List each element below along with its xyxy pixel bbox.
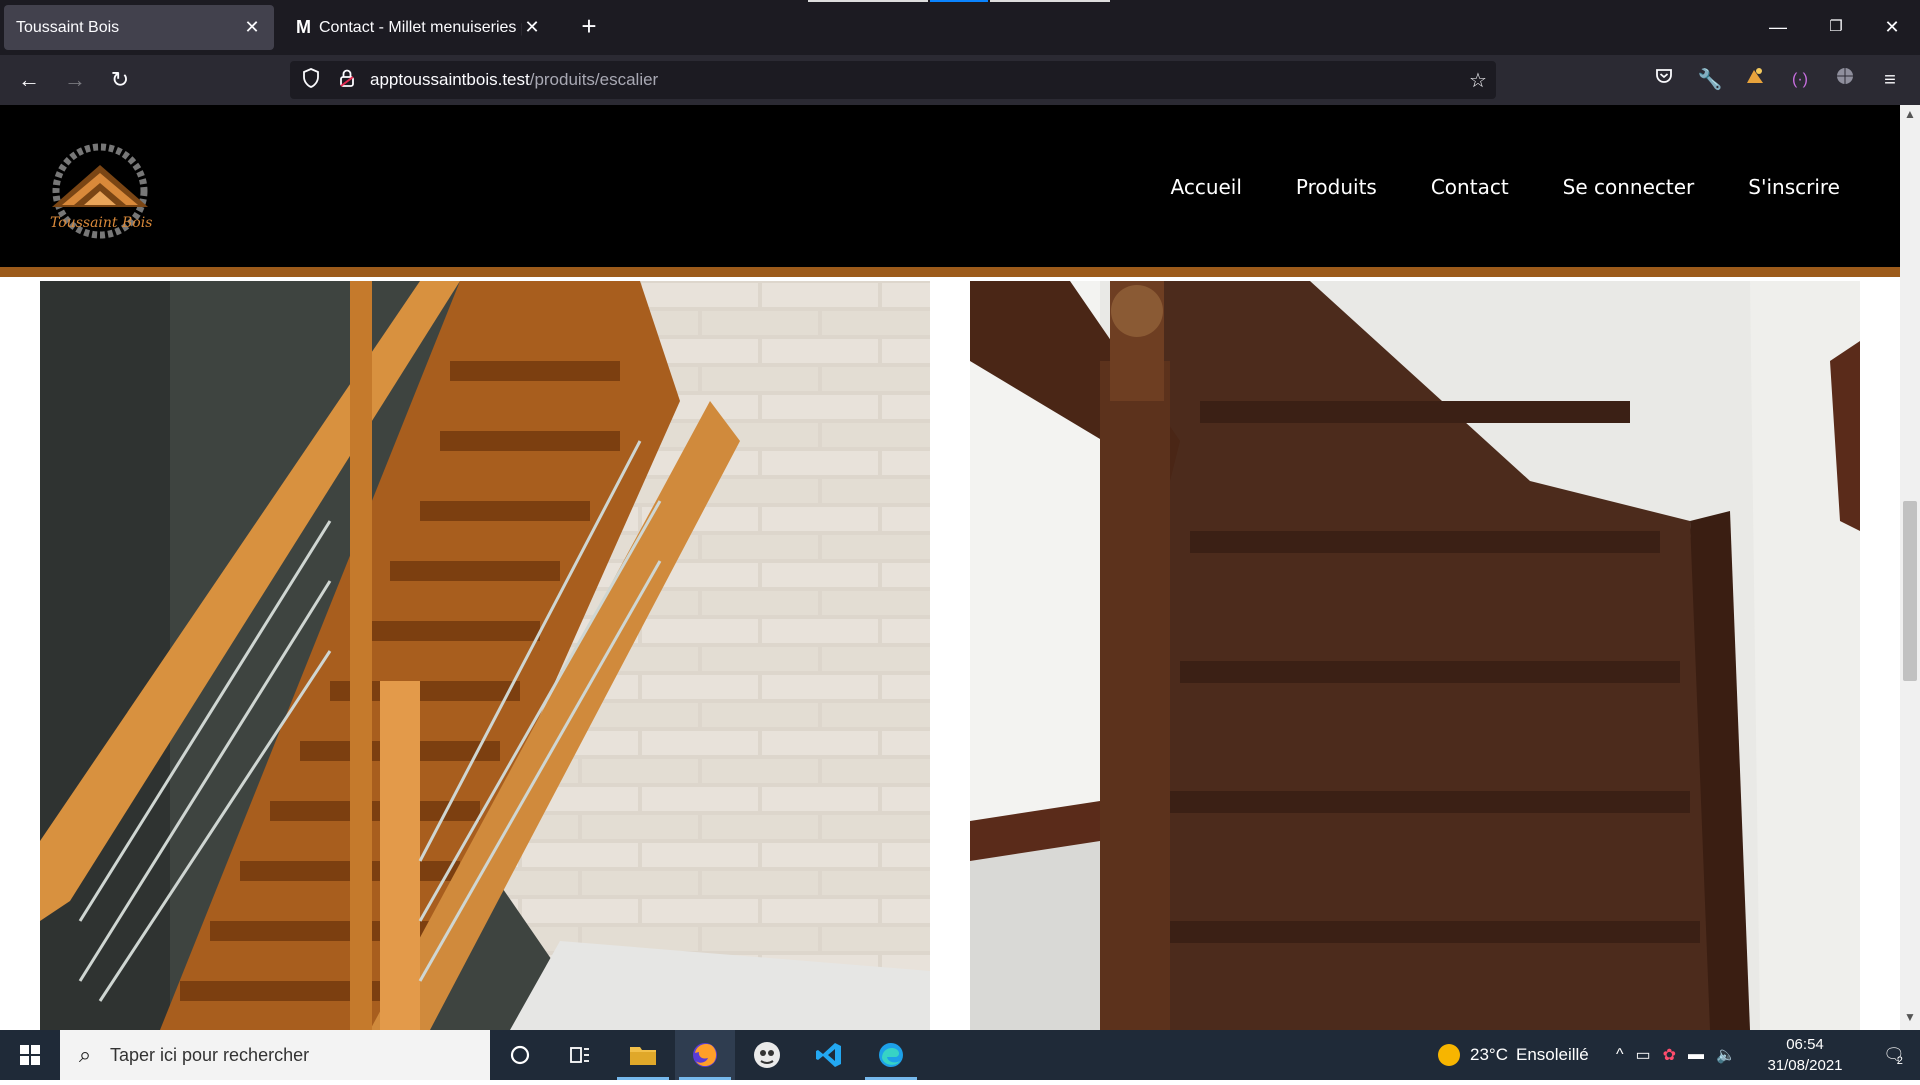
taskbar-search[interactable]: ⌕ Taper ici pour rechercher [60,1030,490,1080]
cortana-icon[interactable] [490,1030,550,1080]
wrench-icon[interactable]: 🔧 [1695,65,1725,95]
address-bar[interactable]: apptoussaintbois.test/produits/escalier … [290,61,1496,99]
scrollbar-thumb[interactable] [1903,501,1917,681]
restore-window-button[interactable]: ❐ [1816,10,1856,44]
url-host: apptoussaintbois.test [370,70,530,89]
nav-contact[interactable]: Contact [1431,175,1509,199]
tab-contact-millet[interactable]: M Contact - Millet menuiseries pour ✕ [284,5,554,50]
site-logo[interactable]: Toussaint Bois [40,143,160,239]
scroll-down-arrow-icon[interactable]: ▼ [1900,1010,1920,1028]
weather-temp: 23°C [1470,1045,1508,1064]
staircase-photo-oak [40,281,930,1030]
browser-nav-bar: ← → ↻ apptoussaintbois.test/produits/esc… [0,55,1920,105]
logo-text: Toussaint Bois [50,215,152,231]
windows-taskbar: ⌕ Taper ici pour rechercher 23°C Ensolei… [0,1030,1920,1080]
sharing-indicator-active [930,0,988,2]
reload-icon[interactable]: ↻ [103,63,137,97]
task-view-icon[interactable] [550,1030,610,1080]
new-tab-button[interactable]: + [574,12,604,42]
notification-count: 2 [1896,1055,1903,1067]
git-app-icon[interactable] [737,1030,797,1080]
firefox-icon[interactable] [675,1030,735,1080]
browser-tab-bar: Toussaint Bois ✕ M Contact - Millet menu… [0,0,1920,55]
broadcast-icon[interactable]: (·) [1785,65,1815,95]
edge-icon[interactable] [861,1030,921,1080]
search-placeholder: Taper ici pour rechercher [110,1044,310,1065]
search-icon: ⌕ [78,1042,92,1067]
nav-produits[interactable]: Produits [1296,175,1377,199]
clock-date: 31/08/2021 [1767,1057,1843,1074]
scroll-up-arrow-icon[interactable]: ▲ [1900,107,1920,125]
close-tab-icon[interactable]: ✕ [242,17,262,38]
notification-center-icon[interactable]: 🗨 2 [1866,1030,1920,1080]
nav-sinscrire[interactable]: S'inscrire [1748,175,1840,199]
system-tray: ^ ▭ ✿ ▬ 🔈 [1616,1030,1736,1080]
page-scrollbar[interactable]: ▲ ▼ [1900,105,1920,1030]
windows-start-icon[interactable] [0,1030,60,1080]
lock-icon[interactable] [332,68,362,93]
pocket-icon[interactable] [1649,65,1679,95]
menu-icon[interactable]: ≡ [1875,65,1905,95]
staircase-photo-walnut [970,281,1860,1030]
tab-toussaint-bois[interactable]: Toussaint Bois ✕ [4,5,274,50]
forward-arrow-icon[interactable]: → [58,63,92,97]
shield-icon[interactable] [296,67,326,93]
sharing-indicator [808,0,928,2]
extension-icon[interactable] [1740,65,1770,95]
weather-condition: Ensoleillé [1515,1045,1589,1064]
globe-icon[interactable] [1830,65,1860,95]
chevron-up-icon[interactable]: ^ [1616,1046,1624,1064]
tab-title: Contact - Millet menuiseries pour [319,18,522,36]
file-explorer-icon[interactable] [613,1030,673,1080]
url-path: /produits/escalier [529,70,659,89]
nav-se-connecter[interactable]: Se connecter [1563,175,1695,199]
site-nav: Accueil Produits Contact Se connecter S'… [1117,175,1841,199]
meet-now-icon[interactable]: ▭ [1636,1045,1651,1065]
sharing-indicator-end [990,0,1110,2]
sun-icon [1438,1044,1460,1066]
tab-title: Toussaint Bois [16,18,120,36]
vscode-icon[interactable] [799,1030,859,1080]
gmail-favicon-icon: M [296,17,311,37]
header-accent-stripe [0,267,1900,277]
back-arrow-icon[interactable]: ← [12,63,46,97]
url-text: apptoussaintbois.test/produits/escalier [362,70,1460,90]
bookmark-star-icon[interactable]: ☆ [1460,68,1496,93]
nav-accueil[interactable]: Accueil [1171,175,1242,199]
site-header: Toussaint Bois Accueil Produits Contact … [0,105,1900,277]
logo-line2: Bois [122,215,153,231]
close-tab-icon[interactable]: ✕ [522,17,542,38]
minimize-window-button[interactable]: — [1758,10,1798,44]
volume-icon[interactable]: 🔈 [1716,1045,1736,1065]
logo-line1: Toussaint [50,215,118,231]
clock-time: 06:54 [1786,1036,1824,1053]
web-page: Toussaint Bois Accueil Produits Contact … [0,105,1900,1030]
taskbar-clock[interactable]: 06:54 31/08/2021 [1760,1034,1850,1076]
weather-widget[interactable]: 23°C Ensoleillé [1438,1030,1589,1080]
close-window-button[interactable]: ✕ [1872,10,1912,44]
battery-icon[interactable]: ▬ [1688,1046,1704,1064]
dropbox-icon[interactable]: ✿ [1663,1045,1676,1065]
